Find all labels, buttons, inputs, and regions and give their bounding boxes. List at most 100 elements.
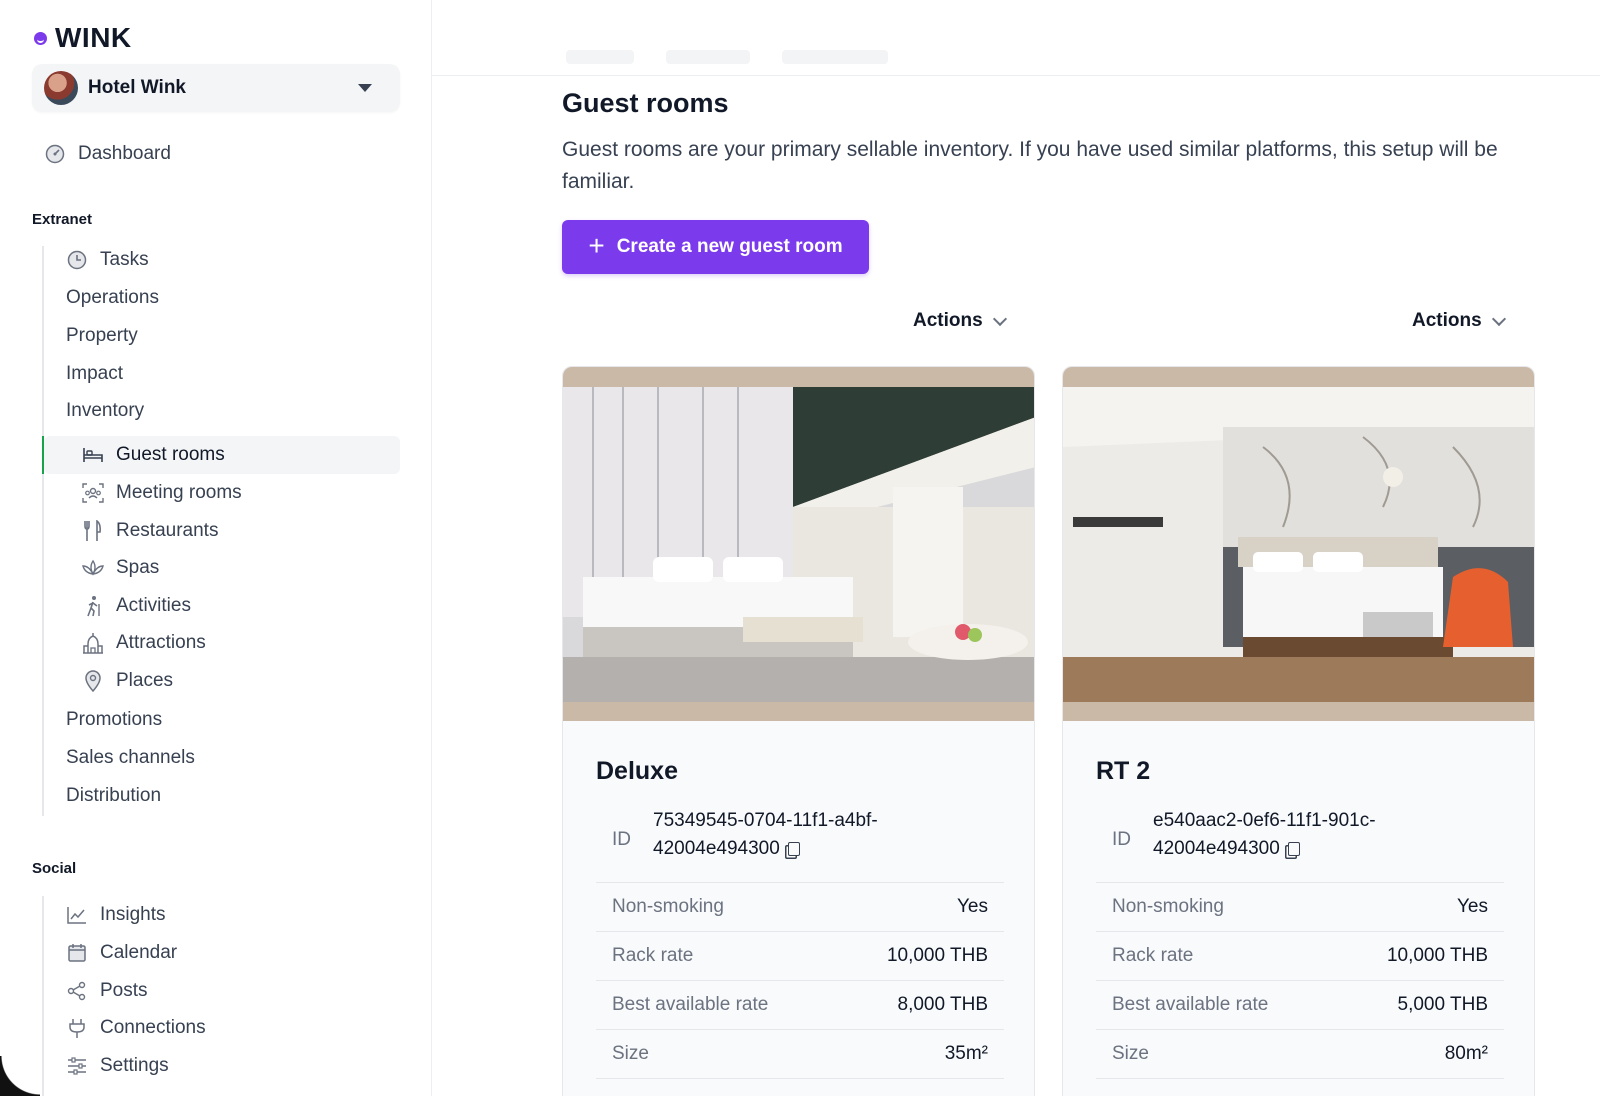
page-description: Guest rooms are your primary sellable in… xyxy=(562,138,1498,193)
attribute-label: Best available rate xyxy=(1112,994,1269,1015)
tree-line xyxy=(42,896,44,1096)
sidebar-item-operations[interactable]: Operations xyxy=(66,287,159,309)
create-guest-room-label: Create a new guest room xyxy=(616,236,843,257)
sidebar-item-label: Connections xyxy=(100,1017,206,1038)
attribute-value: 10,000 THB xyxy=(886,945,988,966)
bed-icon xyxy=(82,444,104,466)
attribute-value: 35m² xyxy=(944,1043,988,1064)
room-id-value: 75349545-0704-11f1-a4bf-42004e494300 xyxy=(653,807,953,863)
attribute-value: 5,000 THB xyxy=(1397,994,1488,1015)
hotel-selector[interactable]: Hotel Wink xyxy=(32,64,400,112)
attribute-row: Best available rate 8,000 THB xyxy=(596,981,1004,1030)
hotel-avatar xyxy=(44,71,78,105)
room-card-rt2[interactable]: RT 2 ID e540aac2-0ef6-11f1-901c-42004e49… xyxy=(1062,366,1535,1096)
sidebar-item-label: Attractions xyxy=(116,632,206,653)
sidebar-item-impact[interactable]: Impact xyxy=(66,363,123,385)
room-id-label: ID xyxy=(1112,829,1131,850)
sidebar-item-label: Tasks xyxy=(100,249,149,270)
window-corner xyxy=(0,1056,40,1096)
map-pin-icon xyxy=(82,670,104,692)
attribute-label: Non-smoking xyxy=(612,896,724,917)
room-id-value: e540aac2-0ef6-11f1-901c-42004e494300 xyxy=(1153,807,1453,863)
meeting-icon xyxy=(82,482,104,504)
sidebar-item-label: Restaurants xyxy=(116,520,219,541)
sidebar-item-label: Places xyxy=(116,670,174,691)
attribute-value: 80m² xyxy=(1444,1043,1488,1064)
attribute-label: Size xyxy=(612,1043,649,1064)
hotel-name: Hotel Wink xyxy=(88,77,186,98)
sidebar-item-connections[interactable]: Connections xyxy=(66,1017,206,1039)
attribute-value: Yes xyxy=(957,896,988,917)
attribute-label: Best available rate xyxy=(612,994,769,1015)
attribute-label: Rack rate xyxy=(612,945,694,966)
dashboard-icon xyxy=(44,143,66,165)
copy-icon[interactable] xyxy=(787,842,800,856)
sidebar-item-tasks[interactable]: Tasks xyxy=(66,249,149,271)
sidebar-item-sales-channels[interactable]: Sales channels xyxy=(66,747,195,769)
sidebar-item-places[interactable]: Places xyxy=(82,670,173,692)
sidebar-item-dashboard[interactable]: Dashboard xyxy=(44,143,171,165)
sidebar-item-property[interactable]: Property xyxy=(66,325,138,347)
room-photo xyxy=(1063,367,1534,721)
sidebar-item-label: Activities xyxy=(116,595,191,616)
sidebar-item-label: Promotions xyxy=(66,709,163,730)
attribute-label: Non-smoking xyxy=(1112,896,1224,917)
attribute-row: Best available rate 5,000 THB xyxy=(1096,981,1504,1030)
attribute-value: 10,000 THB xyxy=(1386,945,1488,966)
faded-tab xyxy=(782,50,888,64)
sidebar-item-attractions[interactable]: Attractions xyxy=(82,632,206,654)
sidebar-item-label: Guest rooms xyxy=(116,444,225,465)
create-guest-room-button[interactable]: + Create a new guest room xyxy=(562,220,869,274)
sidebar-item-label: Impact xyxy=(66,363,124,384)
sidebar-item-label: Distribution xyxy=(66,785,162,806)
actions-dropdown-rt2[interactable]: Actions xyxy=(1412,310,1506,332)
share-icon xyxy=(66,980,88,1002)
attribute-row: Size 80m² xyxy=(1096,1030,1504,1079)
sidebar-item-guest-rooms[interactable]: Guest rooms xyxy=(82,444,225,466)
attribute-label: Size xyxy=(1112,1043,1149,1064)
attribute-row: Rack rate 10,000 THB xyxy=(596,932,1004,981)
sidebar-item-meeting-rooms[interactable]: Meeting rooms xyxy=(82,482,242,504)
hiking-icon xyxy=(82,595,104,617)
sidebar-item-calendar[interactable]: Calendar xyxy=(66,942,177,964)
room-id-row: ID e540aac2-0ef6-11f1-901c-42004e494300 xyxy=(1096,803,1504,883)
section-title-extranet: Extranet xyxy=(32,211,93,228)
page-title: Guest rooms xyxy=(562,88,729,118)
sliders-icon xyxy=(66,1055,88,1077)
sidebar-item-label: Operations xyxy=(66,287,159,308)
sidebar-item-spas[interactable]: Spas xyxy=(82,557,159,579)
landmark-icon xyxy=(82,632,104,654)
sidebar-item-label: Inventory xyxy=(66,400,145,421)
sidebar-item-inventory[interactable]: Inventory xyxy=(66,400,144,422)
section-title-social: Social xyxy=(32,860,77,877)
sidebar-item-label: Settings xyxy=(100,1055,169,1076)
actions-label: Actions xyxy=(913,310,983,331)
chevron-down-icon xyxy=(992,311,1007,326)
tree-line xyxy=(42,246,44,816)
sidebar-item-promotions[interactable]: Promotions xyxy=(66,709,162,731)
wink-logo-icon xyxy=(34,31,47,45)
actions-label: Actions xyxy=(1412,310,1482,331)
chevron-down-icon xyxy=(358,84,372,92)
brand[interactable]: WINK xyxy=(34,22,132,54)
room-id-label: ID xyxy=(612,829,631,850)
sidebar-item-activities[interactable]: Activities xyxy=(82,595,191,617)
top-bar xyxy=(432,0,1600,76)
room-photo xyxy=(563,367,1034,721)
actions-dropdown-deluxe[interactable]: Actions xyxy=(913,310,1007,332)
room-card-deluxe[interactable]: Deluxe ID 75349545-0704-11f1-a4bf-42004e… xyxy=(562,366,1035,1096)
sidebar-item-restaurants[interactable]: Restaurants xyxy=(82,520,218,542)
sidebar-item-distribution[interactable]: Distribution xyxy=(66,785,161,807)
sidebar-item-settings[interactable]: Settings xyxy=(66,1055,169,1077)
chevron-down-icon xyxy=(1491,311,1506,326)
sidebar-item-label: Property xyxy=(66,325,138,346)
sidebar-item-label: Sales channels xyxy=(66,747,195,768)
room-id-row: ID 75349545-0704-11f1-a4bf-42004e494300 xyxy=(596,803,1004,883)
sidebar-item-posts[interactable]: Posts xyxy=(66,980,148,1002)
sidebar-item-label: Posts xyxy=(100,980,148,1001)
sidebar-item-label: Calendar xyxy=(100,942,178,963)
chart-line-icon xyxy=(66,904,88,926)
sidebar-item-insights[interactable]: Insights xyxy=(66,904,165,926)
copy-icon[interactable] xyxy=(1287,842,1300,856)
sidebar-item-label: Spas xyxy=(116,557,160,578)
